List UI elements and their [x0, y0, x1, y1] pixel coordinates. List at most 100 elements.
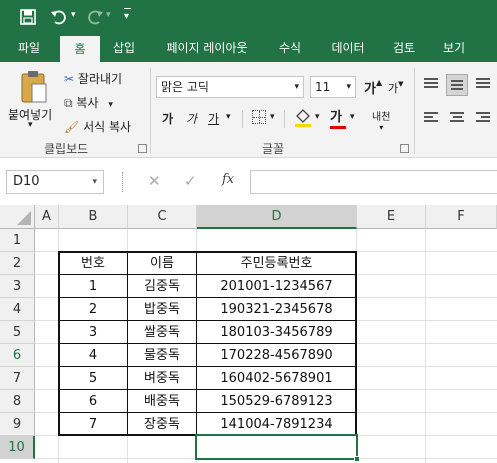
- shrink-font-button[interactable]: 가▼: [388, 80, 404, 96]
- tab-review[interactable]: 검토: [382, 34, 426, 62]
- table-cell[interactable]: 141004-7891234: [197, 413, 356, 436]
- redo-dropdown-icon[interactable]: ▾: [106, 10, 111, 20]
- paste-button[interactable]: 붙여넣기 ▾: [8, 68, 58, 132]
- tab-page-layout[interactable]: 페이지 레이아웃: [152, 34, 262, 62]
- align-top-icon[interactable]: [424, 78, 438, 92]
- redo-icon[interactable]: [86, 9, 104, 25]
- tab-insert[interactable]: 삽입: [102, 34, 146, 62]
- worksheet-grid[interactable]: A B C D E F 1 2 3 4 5 6 7 8 9 10 번호 이름 주…: [0, 205, 497, 463]
- customize-toolbar-icon[interactable]: ▾: [124, 8, 131, 22]
- enter-icon[interactable]: ✓: [184, 172, 197, 190]
- copy-dropdown-icon[interactable]: ▾: [108, 100, 113, 110]
- table-header-number[interactable]: 번호: [59, 252, 127, 275]
- column-header-a[interactable]: A: [35, 205, 59, 229]
- table-cell[interactable]: 201001-1234567: [197, 275, 356, 298]
- phonetic-button[interactable]: 내천 ▾: [372, 108, 390, 132]
- borders-dropdown-icon[interactable]: ▾: [270, 112, 275, 122]
- chevron-down-icon[interactable]: ▾: [346, 77, 351, 97]
- column-header-c[interactable]: C: [128, 205, 197, 229]
- chevron-down-icon[interactable]: ▾: [92, 171, 97, 193]
- align-middle-icon[interactable]: [446, 74, 468, 96]
- table-cell[interactable]: 밥중독: [128, 298, 196, 321]
- tab-data[interactable]: 데이터: [320, 34, 376, 62]
- grow-font-button[interactable]: 가▲: [364, 78, 382, 97]
- underline-dropdown-icon[interactable]: ▾: [226, 112, 231, 122]
- clipboard-launcher-icon[interactable]: [138, 144, 147, 153]
- align-right-icon[interactable]: [476, 112, 490, 122]
- font-color-label: 가: [330, 110, 342, 125]
- undo-dropdown-icon[interactable]: ▾: [71, 10, 76, 20]
- table-header-name[interactable]: 이름: [128, 252, 196, 275]
- format-painter-button[interactable]: 🖌 서식 복사: [64, 118, 131, 135]
- underline-button[interactable]: 가: [208, 110, 219, 127]
- cancel-icon[interactable]: ✕: [148, 172, 161, 190]
- tab-view[interactable]: 보기: [432, 34, 476, 62]
- paste-dropdown-icon[interactable]: ▾: [28, 120, 33, 130]
- fx-label[interactable]: fx: [222, 172, 234, 187]
- cut-button[interactable]: ✂ 잘라내기: [64, 70, 122, 87]
- tab-home[interactable]: 홈: [60, 36, 100, 62]
- table-cell[interactable]: 190321-2345678: [197, 298, 356, 321]
- row-header-6[interactable]: 6: [0, 344, 35, 367]
- save-icon[interactable]: [20, 9, 36, 25]
- table-header-resident-id[interactable]: 주민등록번호: [197, 252, 356, 275]
- undo-icon[interactable]: [50, 9, 68, 25]
- row-header-10[interactable]: 10: [0, 436, 35, 459]
- select-all-corner[interactable]: [0, 205, 35, 229]
- font-launcher-icon[interactable]: [400, 144, 409, 153]
- column-header-f[interactable]: F: [426, 205, 497, 229]
- table-cell[interactable]: 160402-5678901: [197, 367, 356, 390]
- align-bottom-icon[interactable]: [476, 78, 490, 92]
- active-cell[interactable]: [195, 434, 358, 460]
- divider: [414, 68, 415, 154]
- row-header-1[interactable]: 1: [0, 229, 35, 252]
- tab-formulas[interactable]: 수식: [268, 34, 312, 62]
- table-cell[interactable]: 벼중독: [128, 367, 196, 390]
- bold-button[interactable]: 가: [162, 110, 173, 127]
- table-cell[interactable]: 2: [59, 298, 127, 321]
- table-cell[interactable]: 물중독: [128, 344, 196, 367]
- column-header-b[interactable]: B: [59, 205, 128, 229]
- align-center-icon[interactable]: [450, 112, 464, 122]
- table-cell[interactable]: 1: [59, 275, 127, 298]
- column-header-e[interactable]: E: [357, 205, 426, 229]
- row-header-9[interactable]: 9: [0, 413, 35, 436]
- italic-button[interactable]: 가: [186, 110, 197, 127]
- row-header-5[interactable]: 5: [0, 321, 35, 344]
- name-box[interactable]: D10 ▾: [6, 170, 104, 194]
- align-left-icon[interactable]: [424, 112, 438, 122]
- row-header-2[interactable]: 2: [0, 252, 35, 275]
- fill-color-icon[interactable]: [294, 106, 312, 128]
- formula-input[interactable]: [250, 170, 497, 194]
- copy-icon: ⧉: [64, 96, 73, 110]
- table-cell[interactable]: 180103-3456789: [197, 321, 356, 344]
- table-cell[interactable]: 배중독: [128, 390, 196, 413]
- column-header-d[interactable]: D: [197, 205, 357, 229]
- borders-icon[interactable]: [252, 110, 266, 124]
- font-color-button[interactable]: 가: [330, 106, 346, 129]
- copy-label: 복사: [76, 96, 99, 110]
- table-cell[interactable]: 6: [59, 390, 127, 413]
- tab-file[interactable]: 파일: [6, 34, 52, 62]
- font-name-select[interactable]: 맑은 고딕 ▾: [156, 76, 304, 98]
- table-cell[interactable]: 150529-6789123: [197, 390, 356, 413]
- row-header-3[interactable]: 3: [0, 275, 35, 298]
- table-cell[interactable]: 4: [59, 344, 127, 367]
- row-header-7[interactable]: 7: [0, 367, 35, 390]
- font-size-select[interactable]: 11 ▾: [310, 76, 356, 98]
- font-color-dropdown-icon[interactable]: ▾: [350, 112, 355, 122]
- row-header-4[interactable]: 4: [0, 298, 35, 321]
- fill-handle[interactable]: [354, 456, 360, 462]
- table-cell[interactable]: 쌀중독: [128, 321, 196, 344]
- copy-button[interactable]: ⧉ 복사 ▾: [64, 94, 113, 111]
- chevron-down-icon[interactable]: ▾: [294, 77, 299, 97]
- fill-color-dropdown-icon[interactable]: ▾: [315, 112, 320, 122]
- table-cell[interactable]: 170228-4567890: [197, 344, 356, 367]
- table-cell[interactable]: 김중독: [128, 275, 196, 298]
- table-cell[interactable]: 장중독: [128, 413, 196, 436]
- phonetic-dropdown-icon[interactable]: ▾: [372, 123, 390, 132]
- table-cell[interactable]: 3: [59, 321, 127, 344]
- table-cell[interactable]: 7: [59, 413, 127, 436]
- row-header-8[interactable]: 8: [0, 390, 35, 413]
- table-cell[interactable]: 5: [59, 367, 127, 390]
